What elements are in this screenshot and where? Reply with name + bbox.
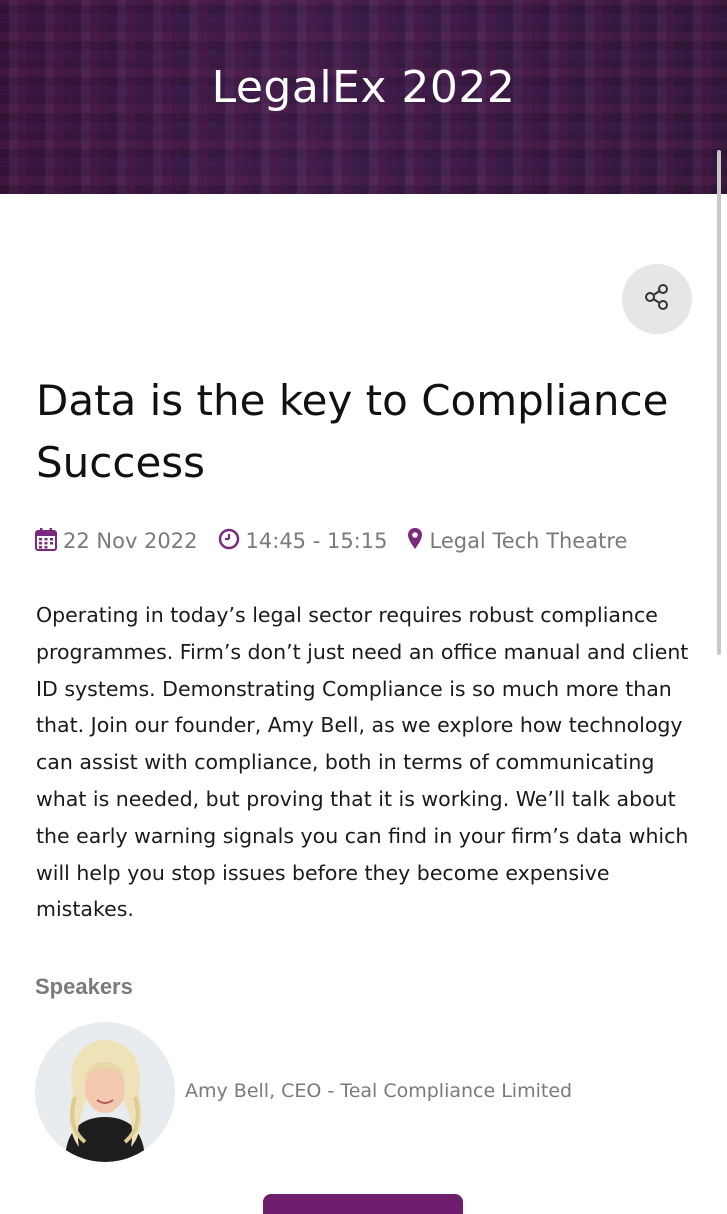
- calendar-icon: [35, 527, 63, 556]
- speaker-name[interactable]: Amy Bell, CEO - Teal Compliance Limited: [185, 1080, 572, 1102]
- primary-action-button[interactable]: [263, 1194, 463, 1214]
- speaker-avatar[interactable]: [35, 1022, 175, 1162]
- scrollbar[interactable]: [717, 150, 721, 655]
- session-location: Legal Tech Theatre: [407, 527, 627, 556]
- clock-icon: [218, 528, 246, 555]
- session-date-text: 22 Nov 2022: [63, 529, 198, 553]
- speakers-heading: Speakers: [35, 974, 133, 999]
- map-pin-icon: [407, 527, 429, 556]
- session-meta: 22 Nov 2022 14:45 - 15:15 Legal Tech The…: [35, 527, 647, 555]
- event-header-banner: LegalEx 2022: [0, 0, 727, 194]
- session-time-text: 14:45 - 15:15: [245, 529, 388, 553]
- session-date: 22 Nov 2022: [35, 527, 198, 556]
- session-title: Data is the key to Compliance Success: [36, 376, 669, 487]
- session-location-text: Legal Tech Theatre: [429, 529, 628, 553]
- session-time: 14:45 - 15:15: [218, 528, 388, 555]
- event-title: LegalEx 2022: [211, 62, 516, 113]
- share-icon: [643, 283, 671, 316]
- session-description: Operating in today’s legal sector requir…: [36, 603, 689, 922]
- share-button[interactable]: [622, 264, 692, 334]
